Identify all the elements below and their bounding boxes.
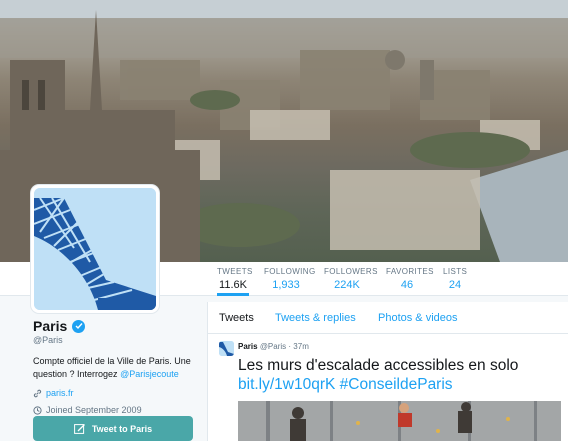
stat-following[interactable]: FOLLOWING 1,933: [264, 267, 316, 291]
stat-value: 46: [400, 279, 414, 291]
tweet-header: Paris @Paris · 37m: [238, 342, 309, 351]
stat-lists[interactable]: LISTS 24: [443, 267, 467, 291]
profile-website[interactable]: paris.fr: [33, 388, 198, 398]
tweet-item[interactable]: Paris @Paris · 37m Les murs d'escalade a…: [208, 335, 568, 441]
bio-mention-link[interactable]: @Parisjecoute: [120, 369, 179, 379]
profile-card: Paris @Paris Compte officiel de la Ville…: [33, 318, 198, 441]
tweet-time[interactable]: 37m: [293, 342, 309, 351]
timeline-tabs: Tweets Tweets & replies Photos & videos: [208, 302, 568, 334]
link-icon: [33, 389, 42, 397]
tab-tweets[interactable]: Tweets: [219, 312, 254, 324]
tab-photos-videos[interactable]: Photos & videos: [378, 312, 458, 324]
stat-label: FOLLOWING: [264, 267, 316, 276]
stat-value: 1,933: [272, 279, 300, 291]
eiffel-tower-logo-icon: [219, 341, 234, 356]
climbing-wall-image: [238, 401, 561, 441]
tweet-author[interactable]: Paris: [238, 342, 258, 351]
tweet-to-button-label: Tweet to Paris: [91, 423, 153, 434]
tweet-photo[interactable]: [238, 401, 561, 441]
joined-date: Joined September 2009: [46, 405, 142, 415]
profile-bio: Compte officiel de la Ville de Paris. Un…: [33, 355, 198, 381]
profile-name[interactable]: Paris: [33, 318, 67, 334]
calendar-icon: [33, 405, 42, 415]
tweet-to-button[interactable]: Tweet to Paris: [33, 416, 193, 441]
profile-handle[interactable]: @Paris: [33, 335, 198, 345]
stat-followers[interactable]: FOLLOWERS 224K: [324, 267, 378, 291]
stat-label: LISTS: [443, 267, 468, 276]
tweet-body: Les murs d'escalade accessibles en solo: [238, 357, 519, 374]
timeline: Tweets Tweets & replies Photos & videos …: [207, 302, 568, 441]
stat-tweets[interactable]: TWEETS 11.6K: [217, 267, 253, 296]
stat-label: FOLLOWERS: [324, 267, 378, 276]
compose-icon: [73, 423, 85, 434]
eiffel-tower-logo-icon: [34, 188, 156, 310]
profile-joined: Joined September 2009: [33, 405, 198, 415]
stat-value: 224K: [334, 279, 360, 291]
tweet-text: Les murs d'escalade accessibles en solo …: [238, 356, 568, 394]
stat-label: TWEETS: [217, 267, 253, 276]
tab-tweets-replies[interactable]: Tweets & replies: [275, 312, 356, 324]
stat-value: 24: [448, 279, 462, 291]
profile-avatar[interactable]: [31, 185, 159, 313]
tweet-hashtag[interactable]: #ConseildeParis: [340, 376, 453, 393]
tweet-avatar[interactable]: [219, 341, 234, 356]
stat-value: 11.6K: [219, 279, 247, 291]
tweet-handle[interactable]: @Paris: [260, 342, 286, 351]
website-link[interactable]: paris.fr: [46, 388, 74, 398]
tweet-link[interactable]: bit.ly/1w10qrK: [238, 376, 335, 393]
stat-label: FAVORITES: [386, 267, 434, 276]
stat-favorites[interactable]: FAVORITES 46: [386, 267, 434, 291]
verified-badge-icon: [72, 319, 86, 333]
